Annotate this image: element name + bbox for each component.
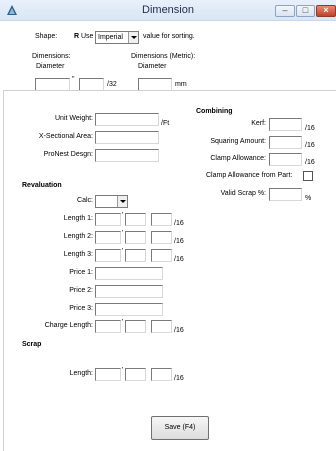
length2-feet-field[interactable] <box>95 231 121 244</box>
unit-weight-label: Unit Weight: <box>55 115 93 122</box>
xsection-label: X-Sectional Area: <box>38 133 93 140</box>
clamp-field[interactable] <box>269 153 302 166</box>
maximize-icon: □ <box>302 5 309 15</box>
charge-length-unit: /16 <box>174 327 184 334</box>
squaring-field[interactable] <box>269 136 302 149</box>
charge-length-tick: ' <box>122 319 124 326</box>
revaluation-heading: Revaluation <box>22 182 62 189</box>
unit-weight-field[interactable] <box>95 113 159 126</box>
inch-mark: " <box>72 76 75 83</box>
charge-length-feet-field[interactable] <box>95 320 121 333</box>
scrap-length-inches-field[interactable] <box>125 368 146 381</box>
use-label: Use <box>81 33 94 40</box>
scrap-length-fraction-field[interactable] <box>151 368 172 381</box>
sort-hint: value for sorting. <box>143 33 195 40</box>
kerf-field[interactable] <box>269 118 302 131</box>
dimensions-metric-label: Dimensions (Metric): <box>131 53 196 60</box>
charge-length-label: Charge Length: <box>44 322 93 329</box>
clamp-label: Clamp Allowance: <box>210 155 266 162</box>
length2-tick: ' <box>122 230 124 237</box>
price1-label: Price 1: <box>69 269 93 276</box>
minimize-icon: – <box>282 5 288 15</box>
scrap-heading: Scrap <box>22 341 42 348</box>
shape-label: Shape: <box>35 33 58 40</box>
squaring-label: Squaring Amount: <box>210 138 266 145</box>
details-panel: Unit Weight: /Ft X-Sectional Area: ProNe… <box>3 90 336 451</box>
dimensions-label: Dimensions: <box>32 53 71 60</box>
mm-unit: mm <box>175 81 187 88</box>
dimension-window: Dimension – □ × Shape: R Use Imperial va… <box>0 0 336 451</box>
length2-fraction-field[interactable] <box>151 231 172 244</box>
shape-value: R <box>74 33 80 40</box>
price2-label: Price 2: <box>69 287 93 294</box>
length2-inches-field[interactable] <box>125 231 146 244</box>
charge-length-inches-field[interactable] <box>125 320 146 333</box>
scrap-length-label: Length: <box>69 370 93 377</box>
unit-weight-unit: /Ft <box>161 120 170 127</box>
diameter-metric-label: Diameter <box>138 63 167 70</box>
squaring-unit: /16 <box>305 142 315 149</box>
pronest-field[interactable] <box>95 149 159 162</box>
close-button[interactable]: × <box>316 5 336 17</box>
units-select[interactable]: Imperial <box>95 31 139 44</box>
scrap-length-unit: /16 <box>174 375 184 382</box>
length3-label: Length 3: <box>63 251 93 258</box>
kerf-unit: /16 <box>305 125 315 132</box>
clamp-from-part-label: Clamp Allowance from Part: <box>206 172 293 179</box>
length3-inches-field[interactable] <box>125 249 146 262</box>
kerf-label: Kerf: <box>251 120 266 127</box>
calc-label: Calc: <box>77 197 93 204</box>
calc-select[interactable] <box>95 195 128 208</box>
charge-length-fraction-field[interactable] <box>151 320 172 333</box>
shape-section: Shape: R Use Imperial value for sorting.… <box>0 21 336 91</box>
length3-fraction-field[interactable] <box>151 249 172 262</box>
price3-field[interactable] <box>95 303 163 316</box>
length3-unit: /16 <box>174 256 184 263</box>
length3-feet-field[interactable] <box>95 249 121 262</box>
save-button[interactable]: Save (F4) <box>151 416 209 440</box>
length2-unit: /16 <box>174 238 184 245</box>
clamp-unit: /16 <box>305 159 315 166</box>
price2-field[interactable] <box>95 285 163 298</box>
chevron-down-icon <box>117 196 127 207</box>
maximize-button[interactable]: □ <box>296 5 315 17</box>
diameter-label: Diameter <box>36 63 65 70</box>
length1-tick: ' <box>122 212 124 219</box>
xsection-field[interactable] <box>95 131 159 144</box>
title-bar: Dimension – □ × <box>0 0 336 21</box>
close-icon: × <box>323 5 329 15</box>
price3-label: Price 3: <box>69 305 93 312</box>
valid-scrap-label: Valid Scrap %: <box>220 190 266 197</box>
valid-scrap-unit: % <box>305 195 312 202</box>
pronest-label: ProNest Desgn: <box>43 151 93 158</box>
length1-fraction-field[interactable] <box>151 213 172 226</box>
length1-feet-field[interactable] <box>95 213 121 226</box>
valid-scrap-field[interactable] <box>269 188 302 201</box>
clamp-from-part-checkbox[interactable] <box>303 171 313 181</box>
price1-field[interactable] <box>95 267 163 280</box>
length1-unit: /16 <box>174 220 184 227</box>
scrap-length-tick: ' <box>122 367 124 374</box>
length1-label: Length 1: <box>63 215 93 222</box>
units-selected-value: Imperial <box>98 34 123 41</box>
length3-tick: ' <box>122 248 124 255</box>
length2-label: Length 2: <box>63 233 93 240</box>
scrap-length-feet-field[interactable] <box>95 368 121 381</box>
fraction-unit: /32 <box>107 81 117 88</box>
length1-inches-field[interactable] <box>125 213 146 226</box>
chevron-down-icon <box>128 32 138 43</box>
minimize-button[interactable]: – <box>275 5 295 17</box>
combining-heading: Combining <box>196 108 233 115</box>
